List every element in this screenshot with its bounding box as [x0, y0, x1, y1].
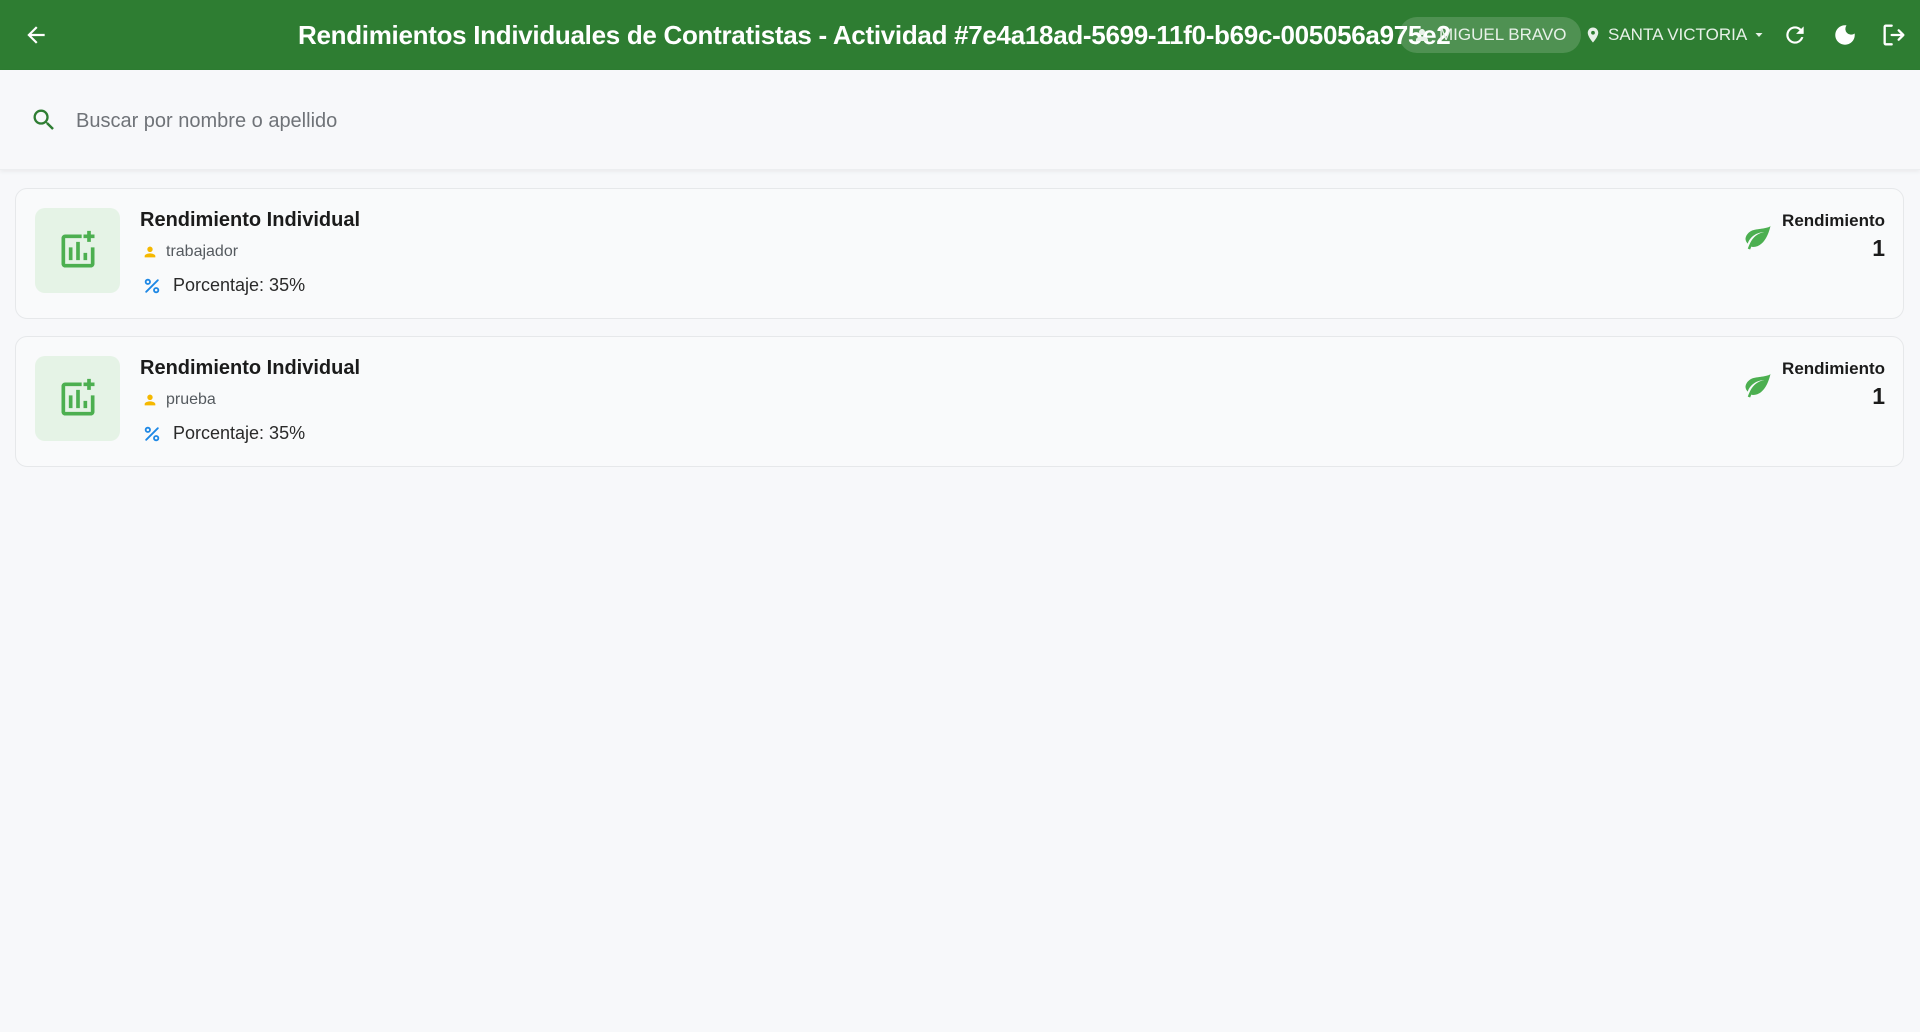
performance-value: 1 [1872, 235, 1885, 261]
performance-label: Rendimiento [1782, 211, 1885, 230]
percent-icon [144, 426, 160, 441]
add-chart-icon-tile [35, 208, 120, 293]
leaf-icon [1745, 225, 1771, 250]
site-selector[interactable]: SANTA VICTORIA [1584, 17, 1765, 53]
worker-name: prueba [166, 391, 216, 408]
app-bar: Rendimientos Individuales de Contratista… [0, 0, 1920, 70]
search-icon [33, 109, 54, 130]
percentage-row: Porcentaje: 35% [142, 423, 305, 444]
theme-toggle-button[interactable] [1827, 17, 1863, 53]
moon-icon [1835, 25, 1855, 45]
worker-row: prueba [142, 391, 216, 409]
add-chart-icon-tile [35, 356, 120, 441]
caret-down-icon [1755, 33, 1763, 37]
percent-icon [144, 278, 160, 293]
page-title: Rendimientos Individuales de Contratista… [298, 20, 1451, 50]
logout-button[interactable] [1876, 17, 1912, 53]
site-name: SANTA VICTORIA [1608, 25, 1748, 44]
search-input[interactable] [74, 100, 1858, 142]
percentage-row: Porcentaje: 35% [142, 275, 305, 296]
list-item[interactable]: Rendimiento Individual prueba Porcentaje… [15, 336, 1904, 467]
list-item[interactable]: Rendimiento Individual trabajador Porcen… [15, 188, 1904, 319]
performance-value: 1 [1872, 383, 1885, 409]
add-chart-icon [61, 230, 94, 267]
person-icon [144, 394, 156, 406]
card-title: Rendimiento Individual [140, 357, 361, 379]
percentage-text: Porcentaje: 35% [173, 275, 306, 295]
user-name: MIGUEL BRAVO [1439, 25, 1567, 44]
refresh-button[interactable] [1777, 17, 1813, 53]
person-icon [144, 246, 156, 258]
worker-name: trabajador [166, 243, 239, 260]
worker-row: trabajador [142, 243, 238, 261]
back-button[interactable] [18, 17, 54, 53]
card-title: Rendimiento Individual [140, 209, 361, 231]
add-chart-icon [61, 378, 94, 415]
leaf-icon [1745, 373, 1771, 398]
logout-icon [1883, 24, 1905, 46]
search-bar [0, 70, 1920, 170]
person-icon [1416, 29, 1428, 41]
refresh-icon [1786, 26, 1804, 44]
percentage-text: Porcentaje: 35% [173, 423, 306, 443]
user-chip[interactable]: MIGUEL BRAVO [1399, 17, 1581, 53]
performance-label: Rendimiento [1782, 359, 1885, 378]
arrow-left-icon [27, 26, 45, 44]
location-pin-icon [1587, 27, 1599, 43]
